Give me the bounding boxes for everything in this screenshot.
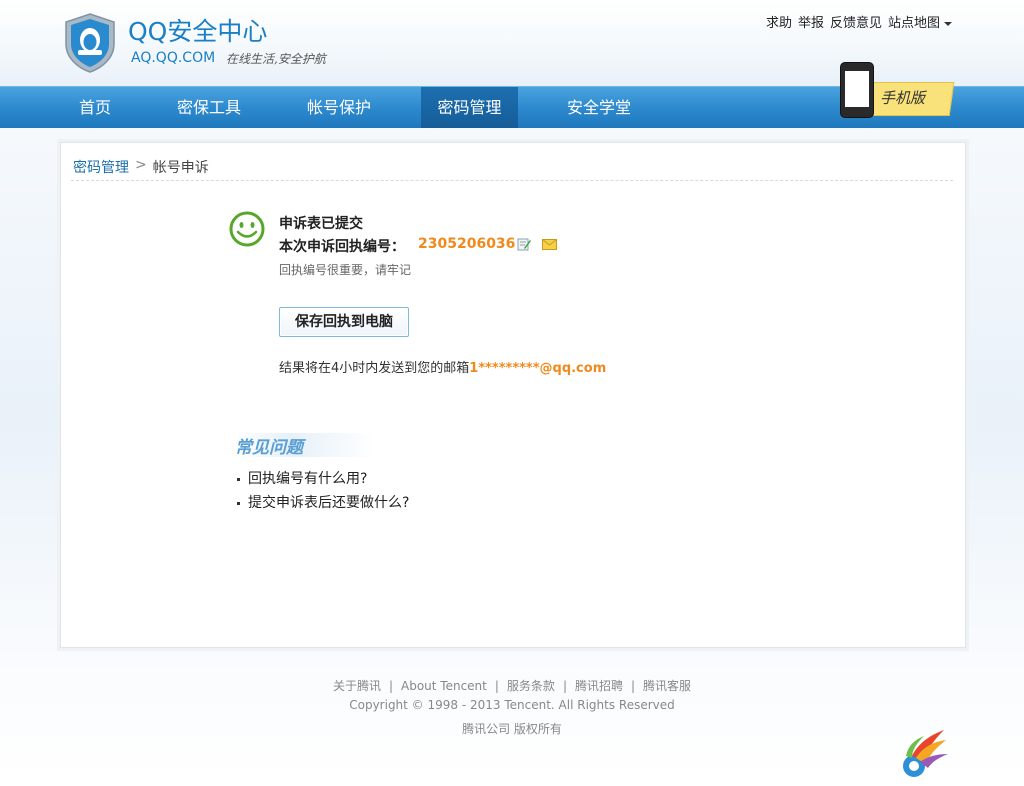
result-title: 申诉表已提交 xyxy=(279,216,363,232)
site-domain: AQ.QQ.COM xyxy=(131,50,216,66)
nav-item-security-school[interactable]: 安全学堂 xyxy=(554,87,644,128)
faq-item-receipt-purpose[interactable]: 回执编号有什么用? xyxy=(237,467,409,491)
footer-separator: | xyxy=(494,679,499,693)
faq-item-label: 回执编号有什么用? xyxy=(248,471,368,487)
company-rights: 腾讯公司 版权所有 xyxy=(462,722,562,736)
save-receipt-button[interactable]: 保存回执到电脑 xyxy=(279,307,409,337)
footer-link-support[interactable]: 腾讯客服 xyxy=(643,679,691,693)
faq-list: 回执编号有什么用? 提交申诉表后还要做什么? xyxy=(237,467,409,515)
mobile-version-badge[interactable]: 手机版 xyxy=(826,62,956,122)
nav-item-account-protection[interactable]: 帐号保护 xyxy=(294,87,384,128)
nav-item-password-management[interactable]: 密码管理 xyxy=(421,87,518,128)
breadcrumb-separator: > xyxy=(135,157,147,173)
mobile-badge-label: 手机版 xyxy=(880,89,926,107)
bullet-icon xyxy=(237,501,240,505)
copyright: Copyright © 1998 - 2013 Tencent. All Rig… xyxy=(349,698,675,712)
receipt-label: 本次申诉回执编号： xyxy=(279,239,405,255)
faq-title: 常见问题 xyxy=(235,433,375,458)
faq-item-next-steps[interactable]: 提交申诉表后还要做什么? xyxy=(237,491,409,515)
footer-separator: | xyxy=(388,679,393,693)
footer-separator: | xyxy=(562,679,567,693)
email-notice-text: 结果将在4小时内发送到您的邮箱 xyxy=(279,361,470,376)
breadcrumb-parent[interactable]: 密码管理 xyxy=(73,157,129,177)
result-email-notice: 结果将在4小时内发送到您的邮箱1*********@qq.com xyxy=(279,357,606,376)
nav-item-home[interactable]: 首页 xyxy=(62,87,128,128)
footer-separator: | xyxy=(631,679,636,693)
qq-shield-logo-icon[interactable] xyxy=(62,12,118,74)
phone-icon xyxy=(840,62,874,118)
top-link-report[interactable]: 举报 xyxy=(798,12,824,31)
bullet-icon xyxy=(237,477,240,481)
top-link-feedback[interactable]: 反馈意见 xyxy=(830,12,882,31)
masked-email: 1*********@qq.com xyxy=(469,361,607,376)
mail-icon[interactable] xyxy=(542,239,557,250)
content-panel: 密码管理 > 帐号申诉 申诉表已提交 本次申诉回执编号： 2305206036 … xyxy=(60,142,966,648)
footer-link-about-cn[interactable]: 关于腾讯 xyxy=(333,679,381,693)
edit-note-icon[interactable] xyxy=(517,237,531,251)
sitemap-label: 站点地图 xyxy=(887,16,940,31)
site-slogan: 在线生活,安全护航 xyxy=(226,52,326,66)
site-title[interactable]: QQ安全中心 xyxy=(128,12,267,48)
top-link-help[interactable]: 求助 xyxy=(766,12,792,31)
footer-links: 关于腾讯 | About Tencent | 服务条款 | 腾讯招聘 | 腾讯客服 xyxy=(0,677,1024,694)
footer-link-careers[interactable]: 腾讯招聘 xyxy=(575,679,623,693)
faq-item-label: 提交申诉表后还要做什么? xyxy=(248,495,410,511)
smiley-success-icon xyxy=(229,211,265,247)
footer-link-about-en[interactable]: About Tencent xyxy=(401,679,487,693)
footer-link-terms[interactable]: 服务条款 xyxy=(507,679,555,693)
nav-item-security-tools[interactable]: 密保工具 xyxy=(164,87,254,128)
tencent-flame-logo-icon xyxy=(903,730,948,777)
chevron-down-icon xyxy=(944,21,952,26)
top-link-sitemap[interactable]: 站点地图 xyxy=(888,12,952,31)
breadcrumb-divider xyxy=(71,180,953,181)
breadcrumb: 密码管理 > 帐号申诉 xyxy=(73,157,209,177)
receipt-hint: 回执编号很重要，请牢记 xyxy=(279,263,412,277)
receipt-number: 2305206036 xyxy=(418,236,516,252)
top-links: 求助 举报 反馈意见 站点地图 xyxy=(766,12,952,31)
breadcrumb-current: 帐号申诉 xyxy=(152,160,209,176)
